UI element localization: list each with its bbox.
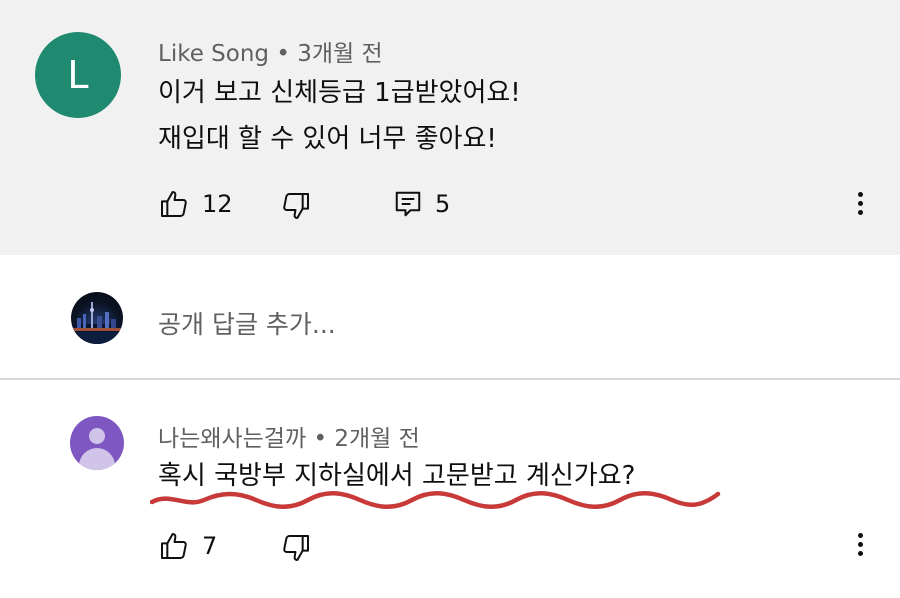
comment-1-replies-button[interactable]: 5 xyxy=(393,188,450,220)
comment-1-dislike-button[interactable] xyxy=(280,190,312,222)
comment-1-text-line2: 재입대 할 수 있어 너무 좋아요! xyxy=(158,124,497,154)
comment-1-text-line1: 이거 보고 신체등급 1급받았어요! xyxy=(158,78,521,108)
meta-separator: • xyxy=(276,41,298,67)
comment-1-like-count: 12 xyxy=(202,190,233,218)
comment-2-dislike-button[interactable] xyxy=(280,532,312,564)
comment-1-time: 3개월 전 xyxy=(297,41,383,67)
like-icon xyxy=(161,191,187,217)
avatar-like-song[interactable]: L xyxy=(35,32,121,118)
comment-2-time: 2개월 전 xyxy=(334,426,420,452)
comment-2-like-button[interactable]: 7 xyxy=(158,530,217,562)
reply-input[interactable]: 공개 답글 추가... xyxy=(158,305,336,341)
comment-2-like-count: 7 xyxy=(202,532,218,560)
comment-2-author[interactable]: 나는왜사는걸까 xyxy=(158,426,306,452)
avatar-default-user[interactable] xyxy=(70,416,124,470)
current-user-avatar[interactable] xyxy=(71,292,123,344)
reply-icon xyxy=(395,191,421,217)
avatar-body xyxy=(79,448,115,470)
divider xyxy=(0,378,900,380)
dislike-icon xyxy=(283,535,309,561)
meta-separator: • xyxy=(313,426,335,452)
avatar-head xyxy=(89,428,105,444)
comment-1-like-button[interactable]: 12 xyxy=(158,188,233,220)
comment-1-more-icon[interactable] xyxy=(855,192,865,219)
reply-input-row xyxy=(0,256,900,378)
comment-2-meta: 나는왜사는걸까 • 2개월 전 xyxy=(158,419,420,453)
dislike-icon xyxy=(283,193,309,219)
comment-2-more-icon[interactable] xyxy=(855,533,865,560)
city-skyline-icon xyxy=(71,302,123,344)
comment-1-author[interactable]: Like Song xyxy=(158,41,269,67)
comment-1-meta: Like Song • 3개월 전 xyxy=(158,34,383,68)
comment-2-text: 혹시 국방부 지하실에서 고문받고 계신가요? xyxy=(158,461,636,491)
comment-1-reply-count: 5 xyxy=(435,190,451,218)
avatar-letter: L xyxy=(67,53,89,97)
red-squiggle-underline xyxy=(150,491,721,509)
like-icon xyxy=(161,533,187,559)
